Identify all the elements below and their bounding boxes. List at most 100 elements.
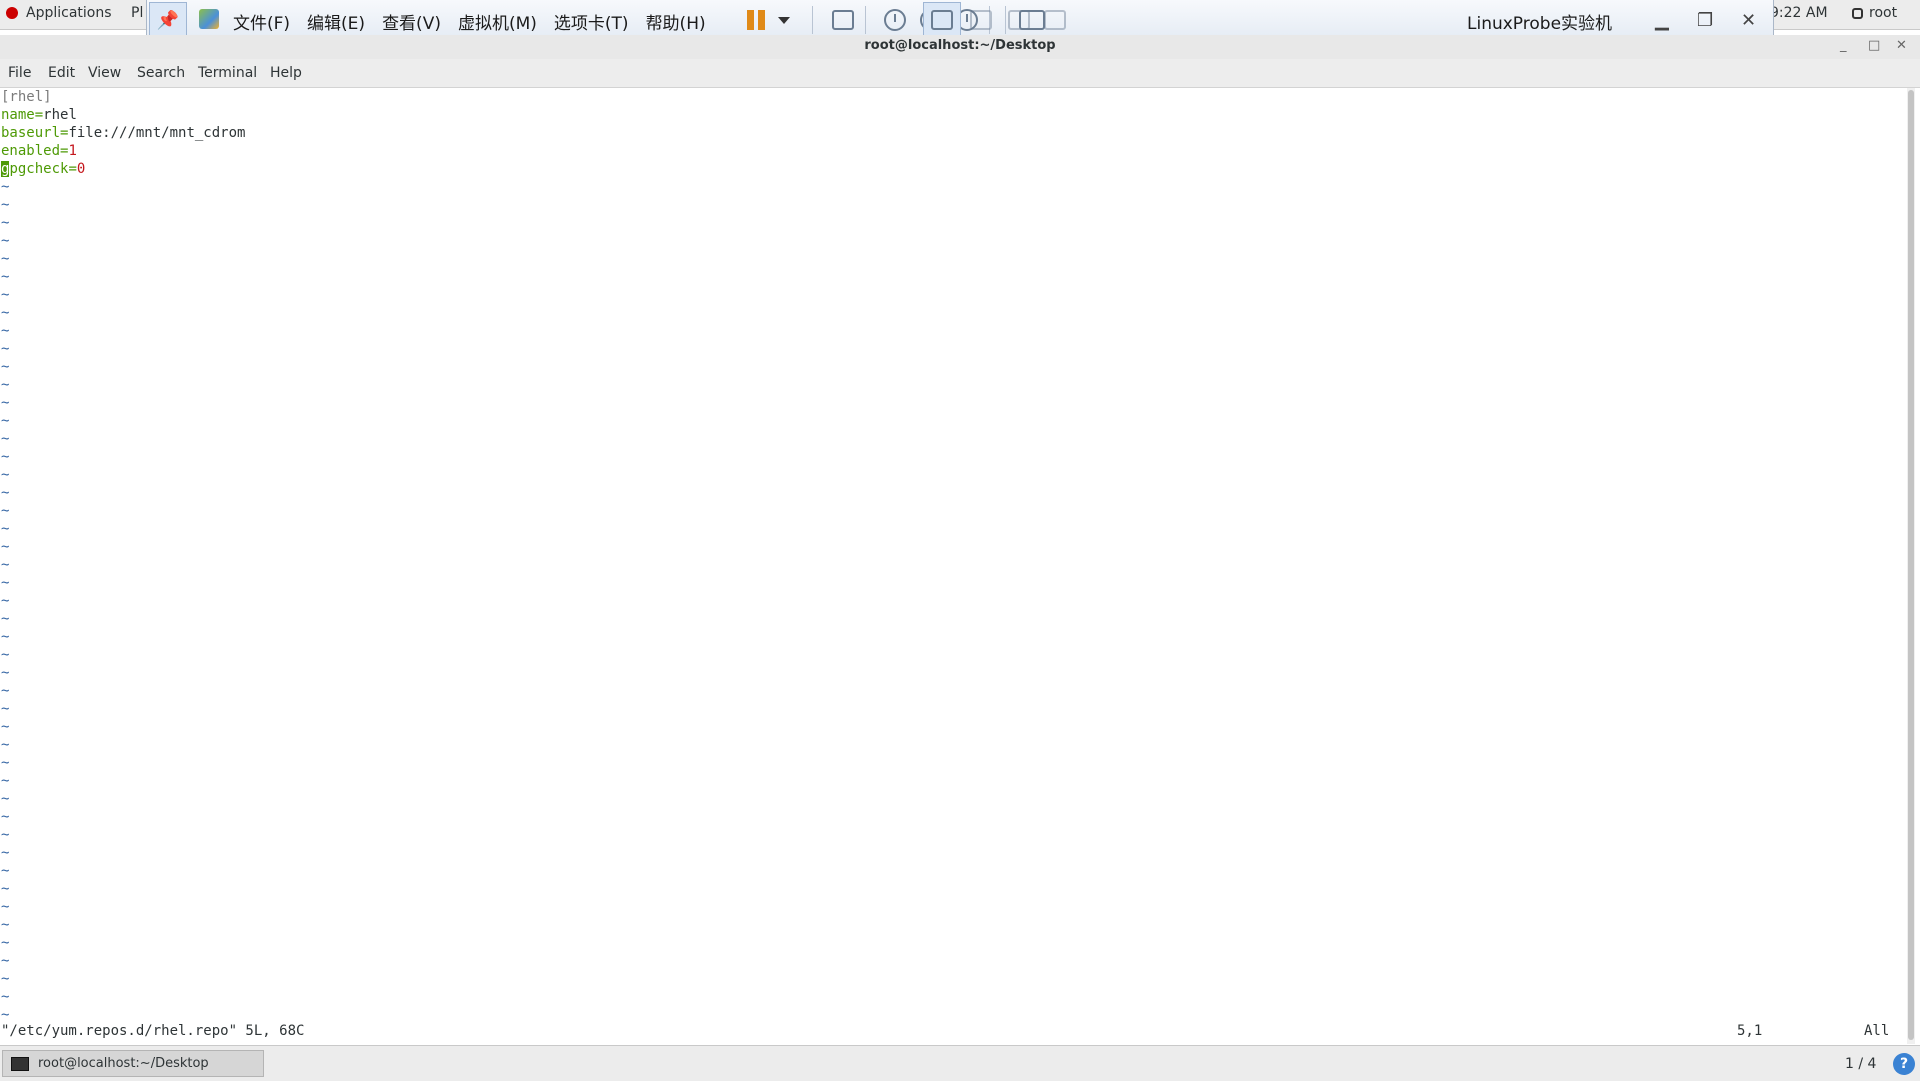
- tilde-line: ~: [1, 215, 10, 231]
- repo-baseurl-line: baseurl=file:///mnt/mnt_cdrom: [1, 125, 246, 141]
- unity-icon[interactable]: [969, 9, 993, 31]
- console-view-icon[interactable]: [1017, 9, 1047, 31]
- tilde-line: ~: [1, 485, 10, 501]
- minimize-icon[interactable]: ▁: [1655, 10, 1669, 31]
- menu-vm[interactable]: 虚拟机(M): [458, 9, 537, 34]
- tilde-line: ~: [1, 305, 10, 321]
- tilde-line: ~: [1, 629, 10, 645]
- pause-icon[interactable]: [745, 9, 767, 31]
- tilde-line: ~: [1, 647, 10, 663]
- terminal-maximize-icon[interactable]: □: [1868, 35, 1880, 57]
- terminal-menu-view[interactable]: View: [88, 65, 121, 81]
- toolbar-separator: [1005, 6, 1006, 34]
- tilde-line: ~: [1, 989, 10, 1005]
- places-menu[interactable]: Pl: [131, 5, 143, 21]
- tilde-line: ~: [1, 899, 10, 915]
- scrollbar-thumb[interactable]: [1908, 90, 1914, 1040]
- tilde-line: ~: [1, 395, 10, 411]
- terminal-scrollbar[interactable]: [1907, 88, 1915, 1044]
- fullscreen-icon[interactable]: [930, 9, 954, 31]
- workspace-indicator[interactable]: 1 / 4: [1845, 1056, 1876, 1072]
- menu-file[interactable]: 文件(F): [233, 9, 290, 34]
- vim-scroll-position: All: [1864, 1023, 1890, 1039]
- tilde-line: ~: [1, 233, 10, 249]
- tilde-line: ~: [1, 359, 10, 375]
- tilde-line: ~: [1, 557, 10, 573]
- clock[interactable]: 9:22 AM: [1770, 5, 1828, 21]
- vim-cursor-position: 5,1: [1737, 1023, 1763, 1039]
- tilde-line: ~: [1, 197, 10, 213]
- tilde-line: ~: [1, 323, 10, 339]
- menu-edit[interactable]: 编辑(E): [307, 9, 365, 34]
- terminal-close-icon[interactable]: ✕: [1896, 35, 1907, 57]
- tilde-line: ~: [1, 665, 10, 681]
- tilde-line: ~: [1, 377, 10, 393]
- tilde-line: ~: [1, 719, 10, 735]
- tilde-line: ~: [1, 845, 10, 861]
- tilde-line: ~: [1, 935, 10, 951]
- redhat-logo-icon: [6, 7, 18, 19]
- vmware-logo-icon: [199, 9, 219, 29]
- tilde-line: ~: [1, 575, 10, 591]
- tilde-line: ~: [1, 953, 10, 969]
- tilde-line: ~: [1, 791, 10, 807]
- tilde-line: ~: [1, 971, 10, 987]
- vmware-menu-bar: 文件(F) 编辑(E) 查看(V) 虚拟机(M) 选项卡(T) 帮助(H): [233, 9, 723, 34]
- tilde-line: ~: [1, 701, 10, 717]
- repo-name-line: name=rhel: [1, 107, 77, 123]
- terminal-title-bar: root@localhost:~/Desktop _ □ ✕: [0, 35, 1920, 59]
- snapshot-take-icon[interactable]: [883, 9, 907, 31]
- tilde-line: ~: [1, 755, 10, 771]
- tilde-line: ~: [1, 521, 10, 537]
- tilde-line: ~: [1, 341, 10, 357]
- tilde-line: ~: [1, 539, 10, 555]
- tilde-line: ~: [1, 287, 10, 303]
- terminal-window-title: root@localhost:~/Desktop: [864, 38, 1056, 53]
- terminal-menu-terminal[interactable]: Terminal: [198, 65, 257, 81]
- tilde-line: ~: [1, 251, 10, 267]
- help-icon[interactable]: ?: [1893, 1053, 1915, 1075]
- restore-icon[interactable]: ❐: [1697, 10, 1713, 31]
- tilde-line: ~: [1, 917, 10, 933]
- tilde-line: ~: [1, 683, 10, 699]
- repo-gpgcheck-line: gpgcheck=0: [1, 161, 86, 177]
- terminal-menu-bar: File Edit View Search Terminal Help: [0, 59, 1920, 88]
- menu-tabs[interactable]: 选项卡(T): [554, 9, 629, 34]
- terminal-icon: [11, 1056, 29, 1071]
- pin-icon[interactable]: 📌: [149, 2, 187, 38]
- terminal-content[interactable]: [rhel] name=rhel baseurl=file:///mnt/mnt…: [0, 88, 1905, 1044]
- toolbar-separator: [812, 6, 813, 34]
- menu-help[interactable]: 帮助(H): [646, 9, 706, 34]
- taskbar-terminal-item[interactable]: root@localhost:~/Desktop: [2, 1050, 264, 1077]
- terminal-menu-edit[interactable]: Edit: [48, 65, 75, 81]
- tilde-line: ~: [1, 269, 10, 285]
- power-dropdown-icon[interactable]: [777, 9, 791, 31]
- tilde-line: ~: [1, 593, 10, 609]
- user-name: root: [1869, 5, 1898, 21]
- terminal-minimize-icon[interactable]: _: [1840, 35, 1847, 57]
- tilde-line: ~: [1, 413, 10, 429]
- repo-enabled-line: enabled=1: [1, 143, 77, 159]
- menu-view[interactable]: 查看(V): [382, 9, 441, 34]
- tilde-line: ~: [1, 809, 10, 825]
- tilde-line: ~: [1, 467, 10, 483]
- vim-status-file: "/etc/yum.repos.d/rhel.repo" 5L, 68C: [1, 1023, 305, 1039]
- terminal-menu-help[interactable]: Help: [270, 65, 302, 81]
- tilde-line: ~: [1, 503, 10, 519]
- terminal-menu-file[interactable]: File: [8, 65, 31, 81]
- applications-menu[interactable]: Applications: [6, 5, 112, 21]
- vm-name: LinuxProbe实验机: [1467, 14, 1613, 34]
- terminal-menu-search[interactable]: Search: [137, 65, 185, 81]
- send-ctrl-alt-del-icon[interactable]: [831, 9, 855, 31]
- tilde-line: ~: [1, 737, 10, 753]
- repo-section-line: [rhel]: [1, 89, 52, 105]
- user-status-icon: [1852, 7, 1863, 19]
- tilde-line: ~: [1, 449, 10, 465]
- tilde-line: ~: [1, 881, 10, 897]
- tilde-line: ~: [1, 863, 10, 879]
- tilde-line: ~: [1, 827, 10, 843]
- user-menu[interactable]: root: [1852, 5, 1897, 21]
- tilde-line: ~: [1, 773, 10, 789]
- close-icon[interactable]: ✕: [1741, 10, 1756, 31]
- taskbar-terminal-label: root@localhost:~/Desktop: [38, 1056, 209, 1071]
